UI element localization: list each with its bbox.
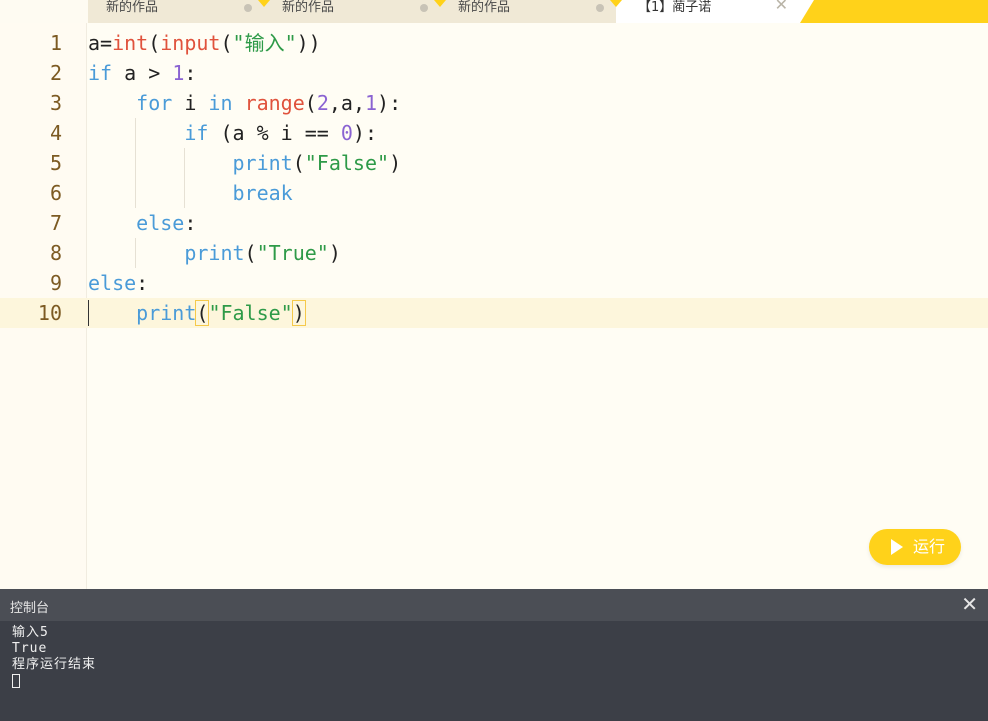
tab-unsaved-dot-icon xyxy=(596,4,604,12)
code-line: 6 break xyxy=(0,178,988,208)
code-line: 4 if (a % i == 0): xyxy=(0,118,988,148)
run-button-label: 运行 xyxy=(913,537,946,556)
code-line: 2 if a > 1: xyxy=(0,58,988,88)
code-line: 1 a=int(input("输入")) xyxy=(0,28,988,58)
play-icon xyxy=(891,539,903,555)
code-line: 7 else: xyxy=(0,208,988,238)
code-text: print("False") xyxy=(232,151,402,175)
console-line: 程序运行结束 xyxy=(12,657,97,672)
close-icon[interactable]: ✕ xyxy=(961,593,978,615)
tab-unsaved-dot-icon xyxy=(244,4,252,12)
tab-label: 新的作品 xyxy=(458,0,511,15)
code-text: for i in range(2,a,1): xyxy=(136,91,402,115)
console-line: True xyxy=(12,641,48,656)
code-text: print("False") xyxy=(136,300,306,326)
tab-bar-accent-cut xyxy=(800,0,814,23)
terminal-cursor-icon xyxy=(12,673,20,688)
tab-notch-icon xyxy=(258,0,270,7)
tab-2[interactable]: 新的作品 xyxy=(258,0,440,23)
tab-notch-icon xyxy=(434,0,446,7)
tab-active[interactable]: 【1】蔺子诺 ✕ xyxy=(610,0,800,23)
tab-bar-accent xyxy=(800,0,988,23)
tab-notch-icon xyxy=(610,0,622,7)
console-header: 控制台 ✕ xyxy=(0,589,988,621)
console-panel: 控制台 ✕ 输入5 True 程序运行结束 xyxy=(0,589,988,721)
code-text: if a > 1: xyxy=(88,61,197,85)
code-line: 8 print("True") xyxy=(0,238,988,268)
tab-1[interactable]: 新的作品 xyxy=(88,0,264,23)
line-number: 8 xyxy=(49,241,62,265)
code-text: break xyxy=(232,181,293,205)
console-output[interactable]: 输入5 True 程序运行结束 xyxy=(12,625,96,689)
line-number: 7 xyxy=(49,211,62,235)
run-button[interactable]: 运行 xyxy=(869,529,961,565)
tab-label: 新的作品 xyxy=(106,0,159,15)
close-icon[interactable]: ✕ xyxy=(775,0,788,13)
console-title: 控制台 xyxy=(10,601,50,616)
code-line: 9 else: xyxy=(0,268,988,298)
code-text: if (a % i == 0): xyxy=(184,121,378,145)
code-text: else: xyxy=(136,211,197,235)
line-number: 10 xyxy=(37,301,62,325)
line-number: 4 xyxy=(49,121,62,145)
code-text: a=int(input("输入")) xyxy=(88,31,321,55)
line-number: 5 xyxy=(49,151,62,175)
line-number: 6 xyxy=(49,181,62,205)
line-number: 1 xyxy=(49,31,62,55)
line-number: 3 xyxy=(49,91,62,115)
line-number: 2 xyxy=(49,61,62,85)
console-prompt xyxy=(12,673,96,689)
code-text: print("True") xyxy=(184,241,341,265)
code-line: 5 print("False") xyxy=(0,148,988,178)
code-line-current: 10 print("False") xyxy=(0,298,988,328)
tab-bar-spacer xyxy=(0,0,88,23)
code-line: 3 for i in range(2,a,1): xyxy=(0,88,988,118)
code-text: else: xyxy=(88,271,149,295)
line-number: 9 xyxy=(49,271,62,295)
console-line: 输入5 xyxy=(12,625,49,640)
tab-3[interactable]: 新的作品 xyxy=(434,0,616,23)
tab-bar: 新的作品 新的作品 新的作品 【1】蔺子诺 ✕ xyxy=(0,0,988,23)
code-editor[interactable]: 1 a=int(input("输入")) 2 if a > 1: 3 for i… xyxy=(0,23,988,589)
tab-label: 【1】蔺子诺 xyxy=(638,0,712,15)
tab-label: 新的作品 xyxy=(282,0,335,15)
tab-unsaved-dot-icon xyxy=(420,4,428,12)
